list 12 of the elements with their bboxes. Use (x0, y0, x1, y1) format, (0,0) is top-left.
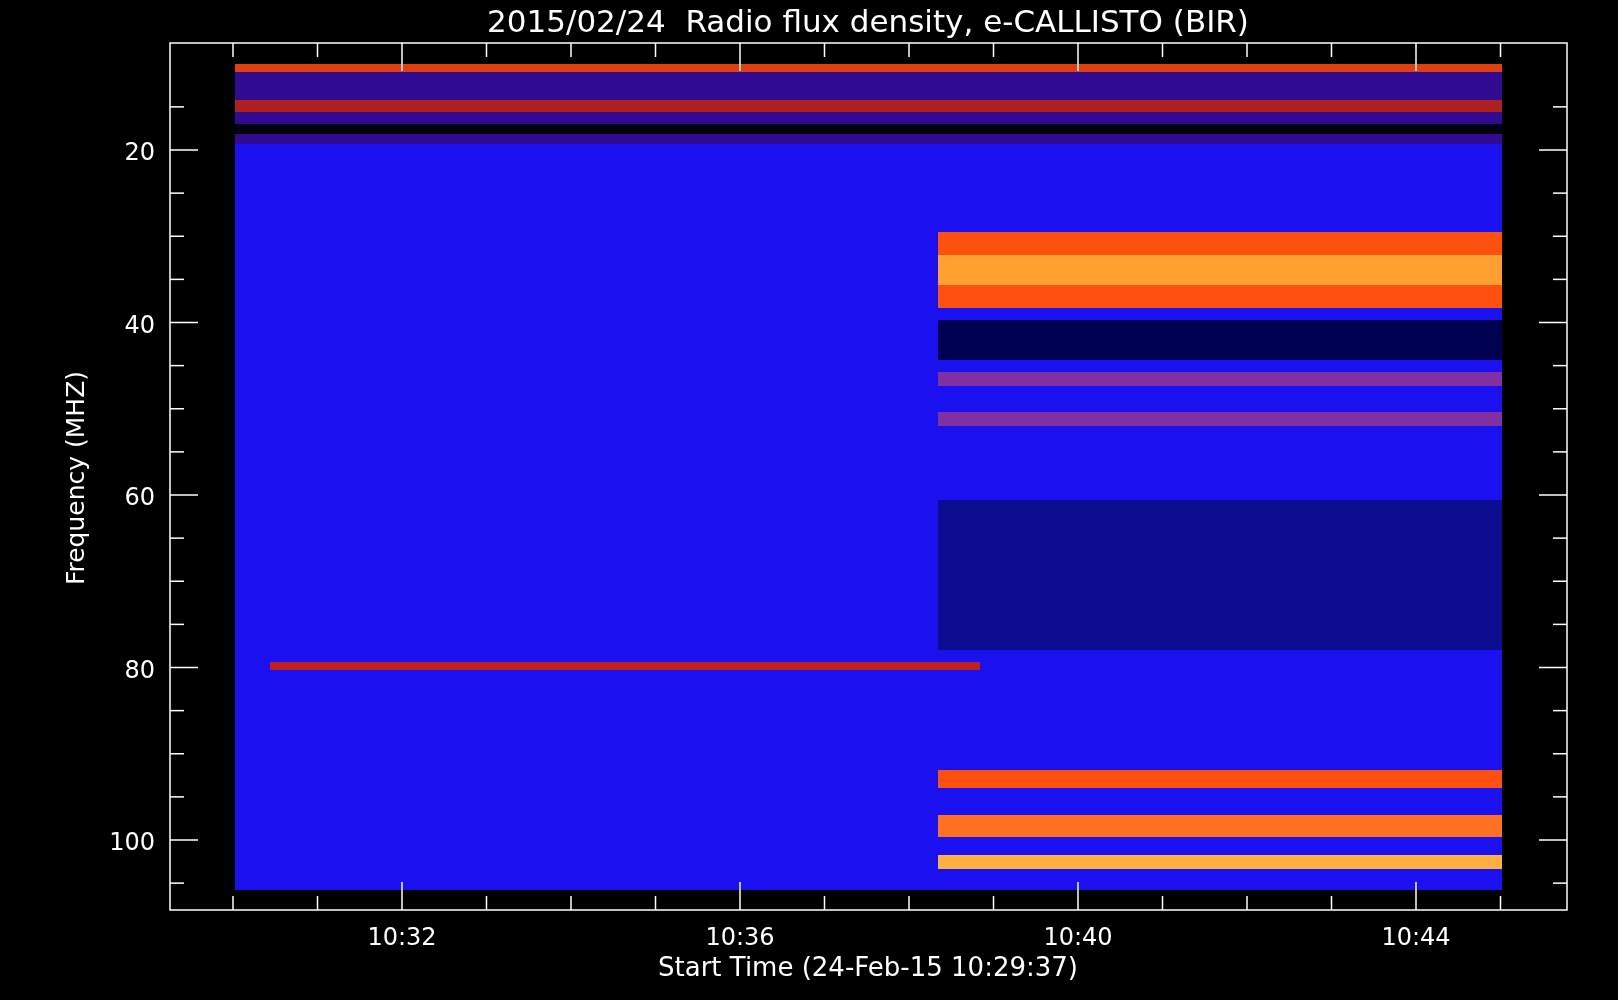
x-tick-label: 10:44 (1381, 923, 1451, 951)
y-tick-label: 40 (124, 310, 155, 339)
x-tick-label: 10:40 (1043, 923, 1113, 951)
y-tick-label: 100 (109, 828, 155, 856)
x-axis-label: Start Time (24-Feb-15 10:29:37) (658, 952, 1078, 982)
x-tick-label: 10:36 (705, 923, 775, 951)
y-tick-label: 80 (124, 655, 155, 684)
y-tick-label: 60 (124, 483, 155, 511)
y-tick-label: 20 (124, 138, 155, 166)
x-tick-label: 10:32 (367, 923, 437, 951)
y-axis-label: Frequency (MHZ) (61, 370, 90, 586)
chart-title: 2015/02/24 Radio flux density, e-CALLISTO (BIR) (487, 3, 1249, 39)
